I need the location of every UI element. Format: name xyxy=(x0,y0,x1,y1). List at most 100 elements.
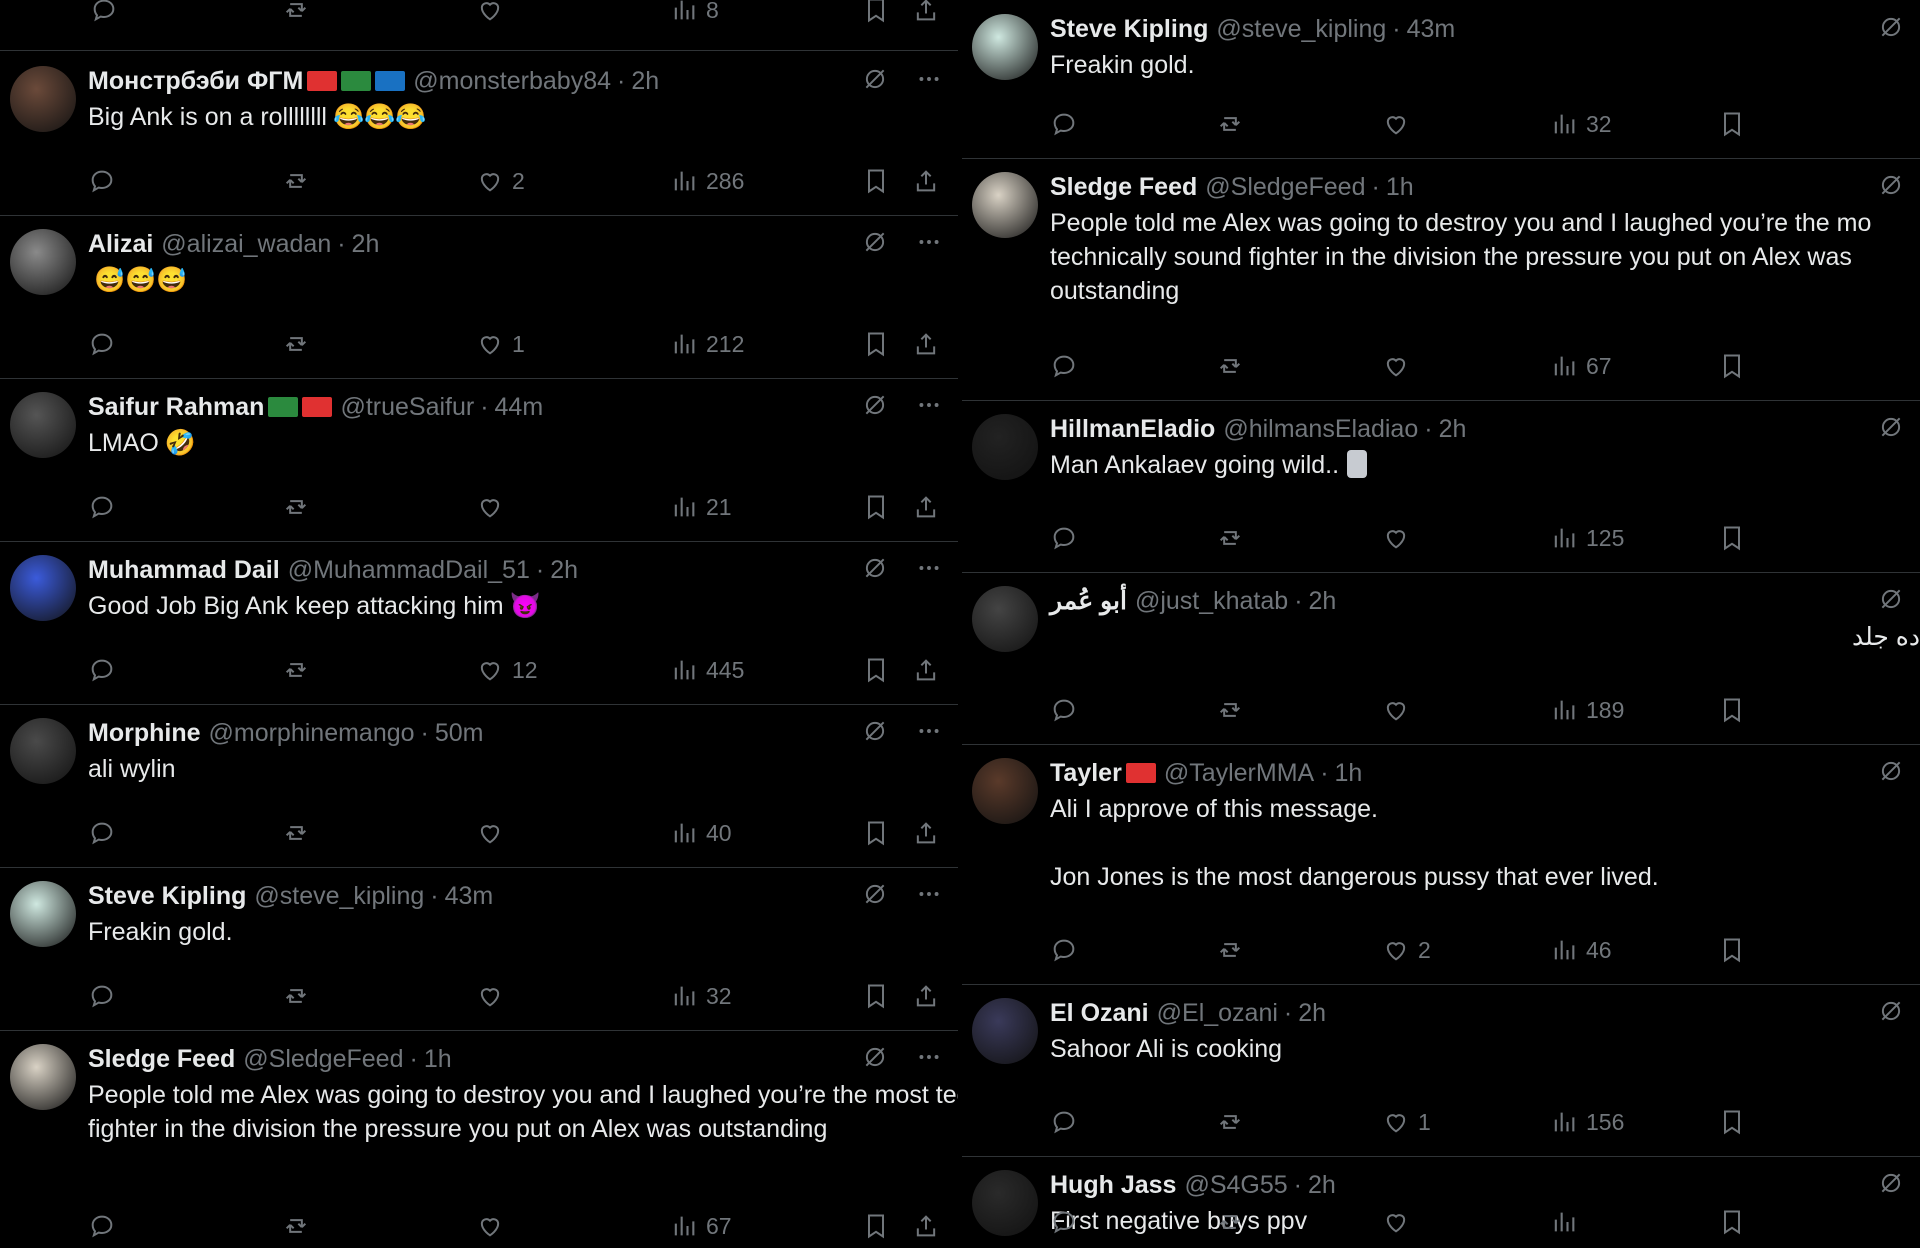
bookmark-icon[interactable] xyxy=(862,982,890,1010)
timestamp[interactable]: 2h xyxy=(1298,999,1326,1028)
reply-icon[interactable] xyxy=(88,330,116,358)
display-name[interactable]: Sledge Feed xyxy=(1050,173,1197,202)
views-stat[interactable]: 156 xyxy=(1550,1108,1624,1136)
views-stat[interactable]: 32 xyxy=(670,982,732,1010)
grok-icon[interactable] xyxy=(862,1044,888,1075)
avatar[interactable] xyxy=(10,392,76,458)
bookmark-icon[interactable] xyxy=(1718,696,1746,724)
handle[interactable]: @steve_kipling xyxy=(1216,15,1386,44)
bookmark-icon[interactable] xyxy=(1718,524,1746,552)
handle[interactable]: @SledgeFeed xyxy=(243,1045,403,1074)
grok-icon[interactable] xyxy=(862,881,888,912)
timestamp[interactable]: 2h xyxy=(631,67,659,96)
timestamp[interactable]: 2h xyxy=(1308,1171,1336,1200)
display-name[interactable]: Sledge Feed xyxy=(88,1045,235,1074)
avatar[interactable] xyxy=(10,881,76,947)
handle[interactable]: @El_ozani xyxy=(1157,999,1278,1028)
display-name[interactable]: Tayler xyxy=(1050,759,1122,788)
avatar[interactable] xyxy=(10,555,76,621)
like-button[interactable]: 1 xyxy=(1382,1108,1431,1136)
handle[interactable]: @MuhammadDail_51 xyxy=(288,556,530,585)
tweet[interactable]: HillmanEladio @hilmansEladiao · 2h Man Ankal… xyxy=(962,400,1920,573)
timestamp[interactable]: 2h xyxy=(352,230,380,259)
reply-icon[interactable] xyxy=(88,167,116,195)
display-name[interactable]: Steve Kipling xyxy=(1050,15,1208,44)
bookmark-icon[interactable] xyxy=(862,1212,890,1240)
avatar[interactable] xyxy=(972,1170,1038,1236)
avatar[interactable] xyxy=(10,718,76,784)
tweet[interactable]: Muhammad Dail @MuhammadDail_51 · 2h Good Job… xyxy=(0,541,958,705)
share-icon[interactable] xyxy=(912,819,940,847)
avatar[interactable] xyxy=(10,1044,76,1110)
avatar[interactable] xyxy=(972,172,1038,238)
reply-icon[interactable] xyxy=(88,656,116,684)
reply-icon[interactable] xyxy=(88,819,116,847)
views-stat[interactable]: 21 xyxy=(670,493,732,521)
like-button[interactable]: 2 xyxy=(476,167,525,195)
grok-icon[interactable] xyxy=(1878,414,1904,445)
timestamp[interactable]: 50m xyxy=(435,719,484,748)
bookmark-icon[interactable] xyxy=(1718,1208,1746,1236)
display-name[interactable]: Hugh Jass xyxy=(1050,1171,1176,1200)
reply-icon[interactable] xyxy=(1050,936,1078,964)
views-stat[interactable]: 67 xyxy=(1550,352,1612,380)
display-name[interactable]: Alizai xyxy=(88,230,153,259)
like-button[interactable] xyxy=(1382,696,1418,724)
share-icon[interactable] xyxy=(912,493,940,521)
handle[interactable]: @just_khatab xyxy=(1135,587,1288,616)
timestamp[interactable]: 43m xyxy=(445,882,494,911)
share-icon[interactable] xyxy=(912,656,940,684)
like-button[interactable]: 2 xyxy=(1382,936,1431,964)
like-button[interactable] xyxy=(476,982,512,1010)
bookmark-icon[interactable] xyxy=(862,0,890,24)
bookmark-icon[interactable] xyxy=(1718,1108,1746,1136)
handle[interactable]: @monsterbaby84 xyxy=(413,67,611,96)
repost-icon[interactable] xyxy=(1216,1108,1244,1136)
handle[interactable]: @steve_kipling xyxy=(254,882,424,911)
tweet[interactable]: Steve Kipling @steve_kipling · 43m Freakin g… xyxy=(962,0,1920,159)
tweet[interactable]: أبو عُمر @just_khatab · 2h ده جلد 189 xyxy=(962,572,1920,745)
avatar[interactable] xyxy=(972,414,1038,480)
repost-icon[interactable] xyxy=(282,0,310,24)
display-name[interactable]: HillmanEladio xyxy=(1050,415,1215,444)
timestamp[interactable]: 44m xyxy=(495,393,544,422)
like-button[interactable]: 12 xyxy=(476,656,538,684)
like-button[interactable] xyxy=(1382,1208,1418,1236)
more-icon[interactable] xyxy=(916,392,942,423)
grok-icon[interactable] xyxy=(1878,172,1904,203)
share-icon[interactable] xyxy=(912,330,940,358)
bookmark-icon[interactable] xyxy=(1718,352,1746,380)
bookmark-icon[interactable] xyxy=(862,167,890,195)
bookmark-icon[interactable] xyxy=(1718,936,1746,964)
reply-icon[interactable] xyxy=(1050,696,1078,724)
repost-icon[interactable] xyxy=(1216,1208,1244,1236)
more-icon[interactable] xyxy=(916,66,942,97)
views-stat[interactable]: 40 xyxy=(670,819,732,847)
reply-icon[interactable] xyxy=(90,0,118,24)
tweet[interactable]: Монстрбэби ФГМ @monsterbaby84 · 2h Big Ank i… xyxy=(0,52,958,216)
views-stat[interactable]: 67 xyxy=(670,1212,732,1240)
timestamp[interactable]: 1h xyxy=(1386,173,1414,202)
more-icon[interactable] xyxy=(916,555,942,586)
like-button[interactable] xyxy=(1382,524,1418,552)
repost-icon[interactable] xyxy=(282,982,310,1010)
grok-icon[interactable] xyxy=(862,392,888,423)
views-stat[interactable]: 32 xyxy=(1550,110,1612,138)
repost-icon[interactable] xyxy=(282,493,310,521)
reply-icon[interactable] xyxy=(1050,1208,1078,1236)
avatar[interactable] xyxy=(10,229,76,295)
repost-icon[interactable] xyxy=(1216,696,1244,724)
timestamp[interactable]: 2h xyxy=(1309,587,1337,616)
timestamp[interactable]: 43m xyxy=(1407,15,1456,44)
views-stat[interactable]: 8 xyxy=(670,0,719,24)
views-stat[interactable]: 46 xyxy=(1550,936,1612,964)
grok-icon[interactable] xyxy=(1878,14,1904,45)
tweet[interactable]: Alizai @alizai_wadan · 2h 😅😅😅 1 212 xyxy=(0,215,958,379)
like-button[interactable] xyxy=(476,493,512,521)
display-name[interactable]: Steve Kipling xyxy=(88,882,246,911)
more-icon[interactable] xyxy=(916,718,942,749)
display-name[interactable]: Muhammad Dail xyxy=(88,556,280,585)
grok-icon[interactable] xyxy=(1878,1170,1904,1201)
handle[interactable]: @trueSaifur xyxy=(340,393,474,422)
display-name[interactable]: Morphine xyxy=(88,719,201,748)
